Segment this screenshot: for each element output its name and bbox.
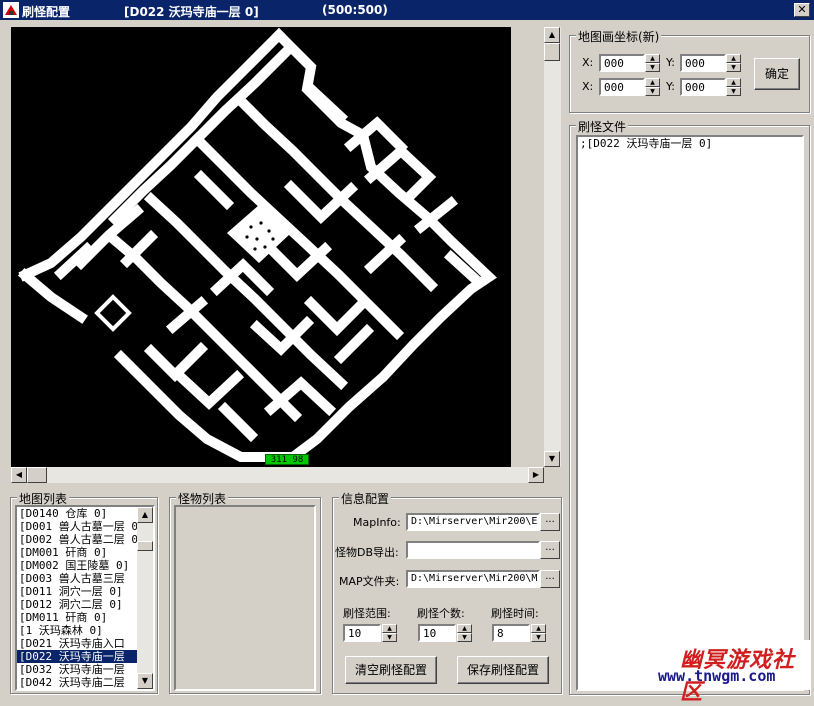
map-canvas[interactable]: 311 98: [11, 27, 511, 467]
map-list-group: 地图列表 [D0140 仓库 0] [D001 兽人古墓一层 0 [D002 兽人古…: [10, 490, 158, 694]
mapdir-browse-button[interactable]: ...: [540, 570, 560, 588]
x2-label: X:: [582, 80, 594, 93]
app-icon: [3, 2, 19, 18]
window-app-title: 刷怪配置: [22, 5, 71, 19]
map-list-item[interactable]: [D001 兽人古墓一层 0: [17, 520, 139, 533]
horizontal-scroll-thumb[interactable]: [27, 467, 47, 483]
map-list-item[interactable]: [DM001 矸商 0]: [17, 546, 139, 559]
save-config-button[interactable]: 保存刷怪配置: [457, 656, 549, 684]
count-spinner[interactable]: ▲ ▼: [457, 624, 472, 642]
monsterdb-field[interactable]: [406, 541, 540, 559]
spawn-file-editor[interactable]: ;[D022 沃玛寺庙一层 0]: [576, 135, 804, 691]
watermark-url: www.tnwgm.com: [658, 667, 776, 685]
map-maze: [17, 27, 497, 464]
map-list-item[interactable]: [D042 沃玛寺庙二层: [17, 676, 139, 689]
spawn-file-group: 刷怪文件 ;[D022 沃玛寺庙一层 0]: [569, 118, 810, 695]
monsterdb-browse-button[interactable]: ...: [540, 541, 560, 559]
list-scroll-thumb[interactable]: [137, 541, 153, 551]
mapinfo-browse-button[interactable]: ...: [540, 513, 560, 531]
map-list-item[interactable]: [1 沃玛森林 0]: [17, 624, 139, 637]
monsterdb-label: 怪物DB导出:: [335, 546, 399, 559]
y2-field[interactable]: 000: [680, 78, 726, 96]
mapdir-field[interactable]: D:\Mirserver\Mir200\Ma: [406, 570, 540, 588]
map-list-item[interactable]: [DM011 矸商 0]: [17, 611, 139, 624]
y2-spinner[interactable]: ▲ ▼: [726, 78, 741, 96]
mapinfo-field[interactable]: D:\Mirserver\Mir200\En: [406, 513, 540, 531]
count-label: 刷怪个数:: [417, 607, 465, 620]
monster-list-group: 怪物列表: [169, 490, 321, 694]
info-config-group: 信息配置 MapInfo: D:\Mirserver\Mir200\En ...…: [332, 490, 562, 694]
info-config-group-title: 信息配置: [339, 490, 392, 507]
map-list-item[interactable]: [D003 兽人古墓三层: [17, 572, 139, 585]
map-coord-readout: 311 98: [265, 454, 309, 465]
map-list-item[interactable]: [D032 沃玛寺庙一层: [17, 663, 139, 676]
map-list-item[interactable]: [D002 兽人古墓二层 0: [17, 533, 139, 546]
map-list-item[interactable]: [D0140 仓库 0]: [17, 507, 139, 520]
range-field[interactable]: 10: [343, 624, 381, 642]
y1-spinner[interactable]: ▲ ▼: [726, 54, 741, 72]
map-list-scrollbar[interactable]: ▲ ▼: [137, 507, 153, 689]
close-button[interactable]: ✕: [794, 3, 810, 17]
scroll-left-icon[interactable]: ◀: [11, 467, 27, 483]
list-scroll-down-icon[interactable]: ▼: [137, 673, 153, 689]
list-scroll-up-icon[interactable]: ▲: [137, 507, 153, 523]
mapinfo-label: MapInfo:: [353, 516, 401, 529]
x2-spinner[interactable]: ▲ ▼: [645, 78, 660, 96]
y2-label: Y:: [666, 80, 675, 93]
y1-label: Y:: [666, 56, 675, 69]
x2-field[interactable]: 000: [599, 78, 645, 96]
map-horizontal-scrollbar[interactable]: ◀ ▶: [11, 467, 544, 483]
mapdir-label: MAP文件夹:: [339, 575, 400, 588]
coords-group: 地图画坐标(新) X: 000 ▲ ▼ Y: 000 ▲ ▼ X: 000 ▲ ▼ Y…: [569, 28, 810, 113]
map-list-item[interactable]: [DM002 国王陵墓 0]: [17, 559, 139, 572]
window-map-size: (500:500): [322, 3, 388, 17]
map-list-item[interactable]: [D012 洞穴二层 0]: [17, 598, 139, 611]
vertical-scroll-thumb[interactable]: [544, 43, 560, 61]
count-field[interactable]: 10: [418, 624, 456, 642]
map-vertical-scrollbar[interactable]: ▲ ▼: [544, 27, 561, 467]
clear-config-button[interactable]: 清空刷怪配置: [345, 656, 437, 684]
scroll-right-icon[interactable]: ▶: [528, 467, 544, 483]
range-label: 刷怪范围:: [343, 607, 391, 620]
coords-group-title: 地图画坐标(新): [576, 28, 662, 45]
time-spinner[interactable]: ▲ ▼: [531, 624, 546, 642]
map-list[interactable]: [D0140 仓库 0] [D001 兽人古墓一层 0 [D002 兽人古墓二层 0…: [15, 505, 155, 691]
map-list-item[interactable]: [D011 洞穴一层 0]: [17, 585, 139, 598]
y1-field[interactable]: 000: [680, 54, 726, 72]
x1-field[interactable]: 000: [599, 54, 645, 72]
map-list-item[interactable]: [D022 沃玛寺庙一层: [17, 650, 139, 663]
map-list-item[interactable]: [D021 沃玛寺庙入口: [17, 637, 139, 650]
scroll-up-icon[interactable]: ▲: [544, 27, 560, 43]
scroll-down-icon[interactable]: ▼: [544, 451, 560, 467]
time-field[interactable]: 8: [492, 624, 530, 642]
title-bar: 刷怪配置 [D022 沃玛寺庙一层 0] (500:500) ✕: [0, 0, 814, 20]
spawn-file-line: ;[D022 沃玛寺庙一层 0]: [580, 137, 713, 150]
window-map-title: [D022 沃玛寺庙一层 0]: [124, 5, 259, 19]
x1-label: X:: [582, 56, 594, 69]
monster-list[interactable]: [174, 505, 316, 691]
x1-spinner[interactable]: ▲ ▼: [645, 54, 660, 72]
range-spinner[interactable]: ▲ ▼: [382, 624, 397, 642]
spawn-file-group-title: 刷怪文件: [576, 118, 629, 135]
confirm-button[interactable]: 确定: [754, 58, 800, 90]
time-label: 刷怪时间:: [491, 607, 539, 620]
site-watermark: 幽冥游戏社区 www.tnwgm.com: [650, 640, 810, 705]
